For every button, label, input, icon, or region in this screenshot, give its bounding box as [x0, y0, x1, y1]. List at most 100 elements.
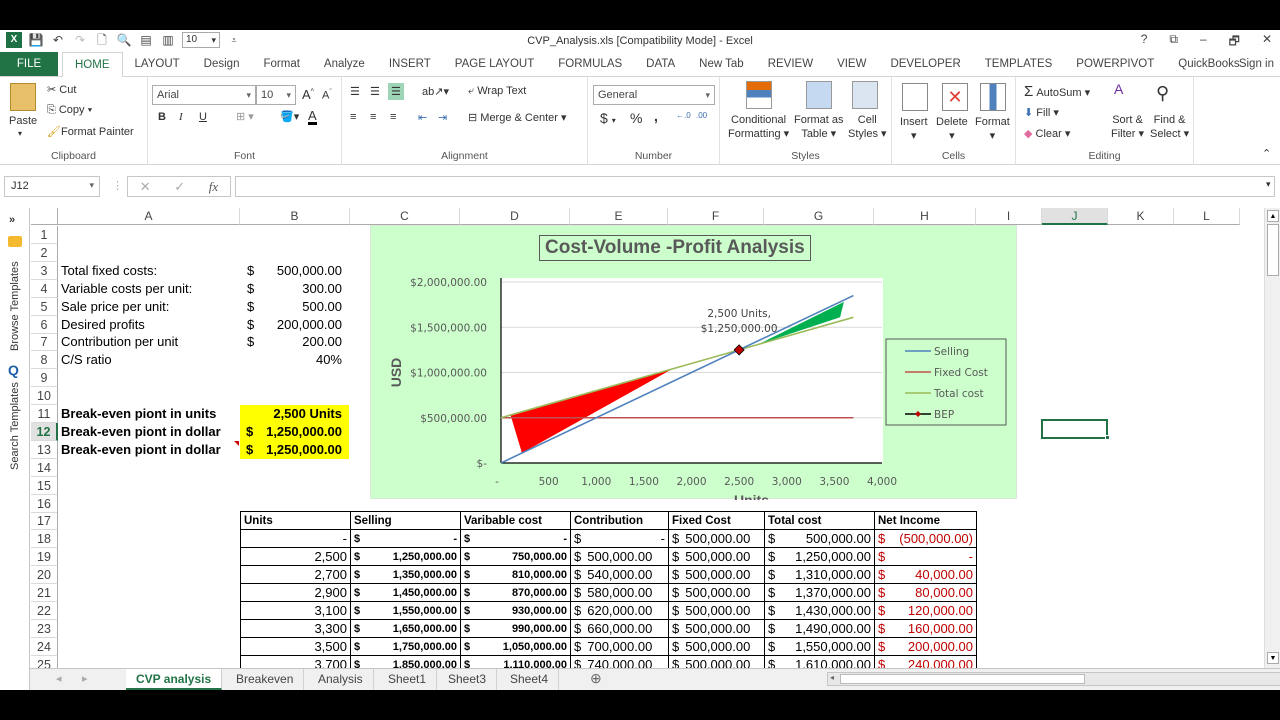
- table-cell[interactable]: 2,500: [240, 547, 351, 566]
- table-cell[interactable]: $540,000.00: [570, 565, 669, 584]
- table-header-selling[interactable]: Selling: [350, 511, 461, 530]
- row-header-9[interactable]: 9: [31, 369, 58, 388]
- align-left-icon[interactable]: ≡: [350, 111, 356, 123]
- decrease-font-icon[interactable]: Aˇ: [322, 89, 332, 102]
- enter-icon[interactable]: ✓: [174, 179, 185, 195]
- tab-analyze[interactable]: Analyze: [312, 52, 377, 76]
- table-cell[interactable]: $500,000.00: [668, 637, 765, 656]
- row-header-2[interactable]: 2: [31, 243, 58, 262]
- table-cell[interactable]: $1,370,000.00: [764, 583, 875, 602]
- vertical-scrollbar[interactable]: ▲ ▼: [1264, 208, 1280, 668]
- expand-pane-icon[interactable]: »: [9, 214, 15, 226]
- table-cell[interactable]: $80,000.00: [874, 583, 977, 602]
- font-size-dropdown[interactable]: 10: [256, 85, 296, 105]
- align-top-icon[interactable]: ☰: [350, 85, 360, 98]
- table-cell[interactable]: $1,350,000.00: [350, 565, 461, 584]
- breakeven-label[interactable]: Break-even piont in dollar: [61, 441, 221, 459]
- column-header-h[interactable]: H: [874, 208, 976, 225]
- table-cell[interactable]: $ (500,000.00): [874, 529, 977, 548]
- table-cell[interactable]: $1,450,000.00: [350, 583, 461, 602]
- row-header-4[interactable]: 4: [31, 279, 58, 298]
- sheet-tab-sheet1[interactable]: Sheet1: [378, 669, 438, 690]
- input-value-cell[interactable]: $500.00: [240, 298, 349, 316]
- select-all-corner[interactable]: [31, 208, 58, 225]
- cvp-chart[interactable]: Cost-Volume -Profit Analysis $- $500,000.…: [370, 225, 1017, 500]
- column-header-d[interactable]: D: [460, 208, 570, 225]
- breakeven-value-cell[interactable]: $1,250,000.00: [240, 440, 349, 459]
- format-as-table-button[interactable]: Format as Table ▾: [794, 113, 844, 141]
- input-value-cell[interactable]: 40%: [240, 351, 349, 369]
- table-cell[interactable]: $40,000.00: [874, 565, 977, 584]
- copy-button[interactable]: ⎘ Copy ▾: [47, 104, 92, 117]
- table-cell[interactable]: 2,900: [240, 583, 351, 602]
- font-name-dropdown[interactable]: Arial: [152, 85, 256, 105]
- name-box[interactable]: J12: [4, 176, 100, 197]
- input-label[interactable]: Variable costs per unit:: [61, 280, 192, 298]
- tab-layout[interactable]: LAYOUT: [123, 52, 192, 76]
- table-cell[interactable]: $120,000.00: [874, 601, 977, 620]
- table-cell[interactable]: $500,000.00: [764, 529, 875, 548]
- collapse-ribbon-icon[interactable]: ⌃: [1262, 147, 1271, 160]
- table-cell[interactable]: $810,000.00: [460, 565, 571, 584]
- column-header-a[interactable]: A: [58, 208, 240, 225]
- scroll-down-icon[interactable]: ▼: [1267, 652, 1279, 664]
- table-cell[interactable]: -: [240, 529, 351, 548]
- row-header-1[interactable]: 1: [31, 226, 58, 244]
- input-value-cell[interactable]: $200.00: [240, 333, 349, 351]
- table-header-varibable-cost[interactable]: Varibable cost: [460, 511, 571, 530]
- wrap-text-button[interactable]: ⤶ Wrap Text: [468, 85, 526, 98]
- row-header-19[interactable]: 19: [31, 548, 58, 567]
- align-right-icon[interactable]: ≡: [390, 111, 396, 123]
- paste-icon[interactable]: [10, 83, 36, 111]
- row-header-17[interactable]: 17: [31, 512, 58, 531]
- sheet-tab-sheet4[interactable]: Sheet4: [500, 669, 560, 690]
- table-cell[interactable]: $ -: [350, 529, 461, 548]
- decrease-decimal-icon[interactable]: .00: [696, 111, 707, 120]
- insert-button[interactable]: Insert ▾: [900, 115, 928, 143]
- table-cell[interactable]: $500,000.00: [570, 547, 669, 566]
- delete-button[interactable]: Delete ▾: [936, 115, 968, 143]
- row-header-5[interactable]: 5: [31, 297, 58, 316]
- table-cell[interactable]: $500,000.00: [668, 529, 765, 548]
- input-value-cell[interactable]: $200,000.00: [240, 316, 349, 334]
- restore-icon[interactable]: 🗗: [1229, 32, 1240, 53]
- table-cell[interactable]: $700,000.00: [570, 637, 669, 656]
- formula-input[interactable]: [235, 176, 1275, 197]
- table-cell[interactable]: $500,000.00: [668, 619, 765, 638]
- add-sheet-icon[interactable]: ⊕: [590, 670, 602, 687]
- input-label[interactable]: Total fixed costs:: [61, 262, 157, 280]
- sign-in-link[interactable]: Sign in: [1233, 52, 1280, 77]
- row-header-8[interactable]: 8: [31, 351, 58, 370]
- tab-home[interactable]: HOME: [62, 52, 123, 78]
- browse-templates-link[interactable]: Browse Templates: [9, 261, 21, 351]
- vertical-scroll-thumb[interactable]: [1267, 224, 1279, 276]
- input-label[interactable]: C/S ratio: [61, 351, 112, 369]
- border-icon[interactable]: ⊞ ▾: [236, 110, 254, 123]
- row-header-12[interactable]: 12: [31, 422, 58, 441]
- next-sheet-icon[interactable]: ▸: [82, 672, 88, 685]
- conditional-formatting-button[interactable]: Conditional Formatting ▾: [728, 113, 789, 141]
- table-cell[interactable]: 3,300: [240, 619, 351, 638]
- sheet-tab-breakeven[interactable]: Breakeven: [226, 669, 305, 690]
- decrease-indent-icon[interactable]: ⇤: [418, 111, 427, 124]
- table-cell[interactable]: $1,750,000.00: [350, 637, 461, 656]
- autosum-button[interactable]: Σ AutoSum ▾: [1024, 83, 1090, 100]
- table-cell[interactable]: $500,000.00: [668, 601, 765, 620]
- row-header-6[interactable]: 6: [31, 315, 58, 334]
- column-header-f[interactable]: F: [668, 208, 764, 225]
- format-button[interactable]: Format ▾: [975, 115, 1010, 143]
- align-middle-icon[interactable]: ☰: [370, 85, 380, 98]
- increase-indent-icon[interactable]: ⇥: [438, 111, 447, 124]
- tab-data[interactable]: DATA: [634, 52, 687, 76]
- paste-button[interactable]: Paste: [9, 115, 37, 127]
- horizontal-scrollbar[interactable]: ◂ ▸: [827, 672, 1280, 686]
- tab-view[interactable]: VIEW: [825, 52, 878, 76]
- paste-dropdown-icon[interactable]: ▾: [18, 129, 22, 138]
- table-cell[interactable]: $1,430,000.00: [764, 601, 875, 620]
- row-header-15[interactable]: 15: [31, 476, 58, 495]
- align-bottom-icon[interactable]: ☰: [388, 83, 404, 100]
- clear-button[interactable]: ◆ Clear ▾: [1024, 127, 1070, 140]
- table-cell[interactable]: $750,000.00: [460, 547, 571, 566]
- table-cell[interactable]: $1,050,000.00: [460, 637, 571, 656]
- percent-button[interactable]: %: [630, 110, 642, 126]
